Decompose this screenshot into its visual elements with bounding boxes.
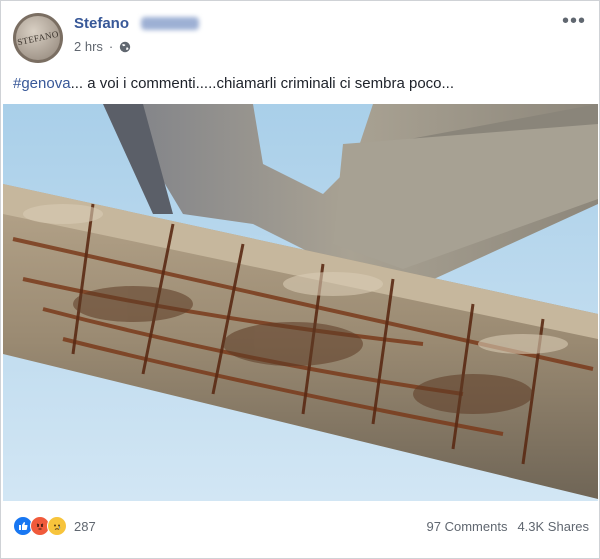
post-footer: 287 97 Comments 4.3K Shares bbox=[13, 514, 589, 538]
more-options-icon[interactable]: ••• bbox=[562, 11, 586, 31]
reactions-summary[interactable]: 287 bbox=[13, 516, 96, 536]
post-text-body: ... a voi i commenti.....chiamarli crimi… bbox=[70, 75, 455, 92]
comments-link[interactable]: 97 Comments bbox=[427, 519, 508, 534]
post-meta: 2 hrs · bbox=[74, 39, 131, 54]
shares-link[interactable]: 4.3K Shares bbox=[517, 519, 589, 534]
sad-icon bbox=[47, 516, 67, 536]
avatar-image: STEFANO bbox=[16, 16, 60, 60]
reaction-count: 287 bbox=[74, 518, 96, 534]
meta-separator: · bbox=[108, 39, 114, 54]
avatar[interactable]: STEFANO bbox=[13, 13, 63, 63]
avatar-logo-text: STEFANO bbox=[16, 28, 60, 48]
post-text: #genova... a voi i commenti.....chiamarl… bbox=[13, 75, 454, 92]
engagement-stats: 97 Comments 4.3K Shares bbox=[427, 519, 589, 534]
author-name[interactable]: Stefano bbox=[74, 15, 129, 32]
author-surname-redacted bbox=[141, 17, 199, 30]
post-card: STEFANO Stefano 2 hrs · ••• #genova... a… bbox=[0, 0, 600, 559]
post-time[interactable]: 2 hrs bbox=[74, 39, 103, 54]
hashtag-link[interactable]: #genova bbox=[13, 75, 71, 92]
globe-icon[interactable] bbox=[119, 41, 131, 53]
post-photo[interactable] bbox=[3, 104, 598, 501]
bridge-photo-image bbox=[3, 104, 598, 501]
